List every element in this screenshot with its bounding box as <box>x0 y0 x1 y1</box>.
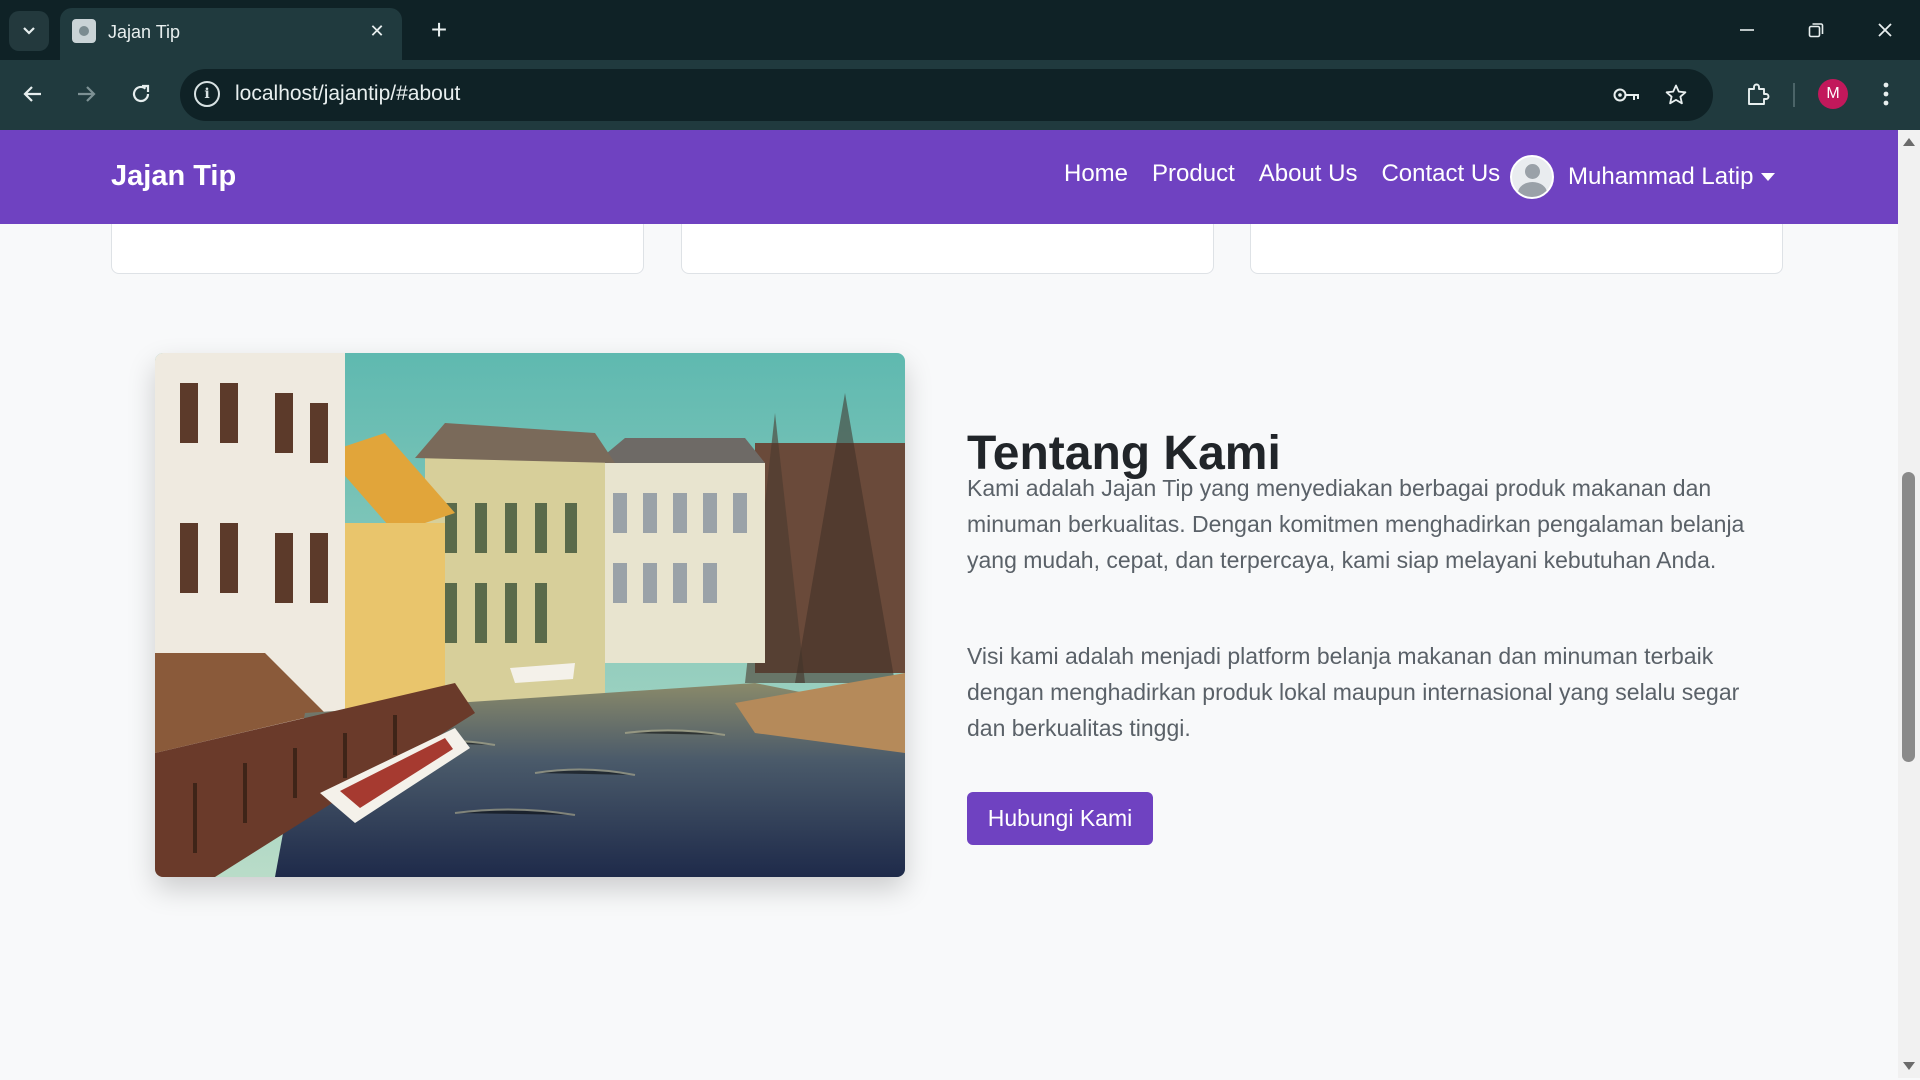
chevron-down-icon <box>23 27 35 35</box>
close-tab-icon[interactable]: ✕ <box>364 18 390 44</box>
reload-icon <box>132 84 150 103</box>
site-info-icon[interactable]: i <box>194 81 220 107</box>
key-icon[interactable] <box>1612 80 1642 110</box>
nav-link-product[interactable]: Product <box>1140 160 1247 188</box>
site-navbar: Jajan Tip Home Product About Us Contact … <box>0 130 1898 224</box>
user-name: Muhammad Latip <box>1568 163 1754 190</box>
back-button[interactable] <box>13 74 53 114</box>
about-paragraph-2: Visi kami adalah menjadi platform belanj… <box>967 643 1740 741</box>
toolbar-divider <box>1793 83 1795 107</box>
caret-down-icon <box>1761 173 1776 181</box>
tab-list-button[interactable] <box>9 11 49 51</box>
nav-links: Home Product About Us Contact Us <box>1052 160 1512 188</box>
scroll-down-icon[interactable] <box>1903 1062 1915 1070</box>
star-icon[interactable] <box>1661 80 1691 110</box>
brand-logo[interactable]: Jajan Tip <box>111 160 236 193</box>
minimize-button[interactable] <box>1719 8 1775 52</box>
favicon-icon <box>72 19 96 43</box>
scroll-thumb[interactable] <box>1902 472 1915 762</box>
nav-link-contact[interactable]: Contact Us <box>1369 160 1512 188</box>
close-window-button[interactable] <box>1857 8 1913 52</box>
url-text[interactable]: localhost/jajantip/#about <box>235 82 460 106</box>
forward-button[interactable] <box>66 74 106 114</box>
extensions-icon[interactable] <box>1738 74 1778 114</box>
browser-menu-icon[interactable] <box>1868 74 1904 114</box>
user-avatar-icon <box>1510 155 1554 199</box>
arrow-right-icon <box>78 86 96 102</box>
about-paragraph-1: Kami adalah Jajan Tip yang menyediakan b… <box>967 475 1745 573</box>
minimize-icon <box>1740 29 1754 31</box>
browser-tab[interactable]: Jajan Tip ✕ <box>60 8 402 60</box>
reload-button[interactable] <box>121 74 161 114</box>
nav-link-about[interactable]: About Us <box>1247 160 1370 188</box>
scroll-up-icon[interactable] <box>1903 138 1915 146</box>
about-image <box>155 353 905 877</box>
close-icon <box>1878 23 1892 37</box>
user-dropdown[interactable]: Muhammad Latip <box>1510 154 1776 200</box>
nav-link-home[interactable]: Home <box>1052 160 1140 188</box>
arrow-left-icon <box>23 86 41 102</box>
restore-icon <box>1808 23 1824 38</box>
tab-title: Jajan Tip <box>108 22 181 42</box>
profile-avatar[interactable]: M <box>1818 79 1848 109</box>
page-viewport: Jajan Tip Home Product About Us Contact … <box>0 130 1898 1078</box>
browser-toolbar: i localhost/jajantip/#about M <box>0 60 1920 130</box>
contact-us-button[interactable]: Hubungi Kami <box>967 792 1153 845</box>
new-tab-button[interactable]: + <box>422 13 456 47</box>
page-scrollbar[interactable] <box>1898 130 1920 1078</box>
address-bar[interactable]: i localhost/jajantip/#about <box>180 69 1713 121</box>
restore-button[interactable] <box>1788 8 1844 52</box>
browser-tabstrip: Jajan Tip ✕ + <box>0 0 1920 60</box>
